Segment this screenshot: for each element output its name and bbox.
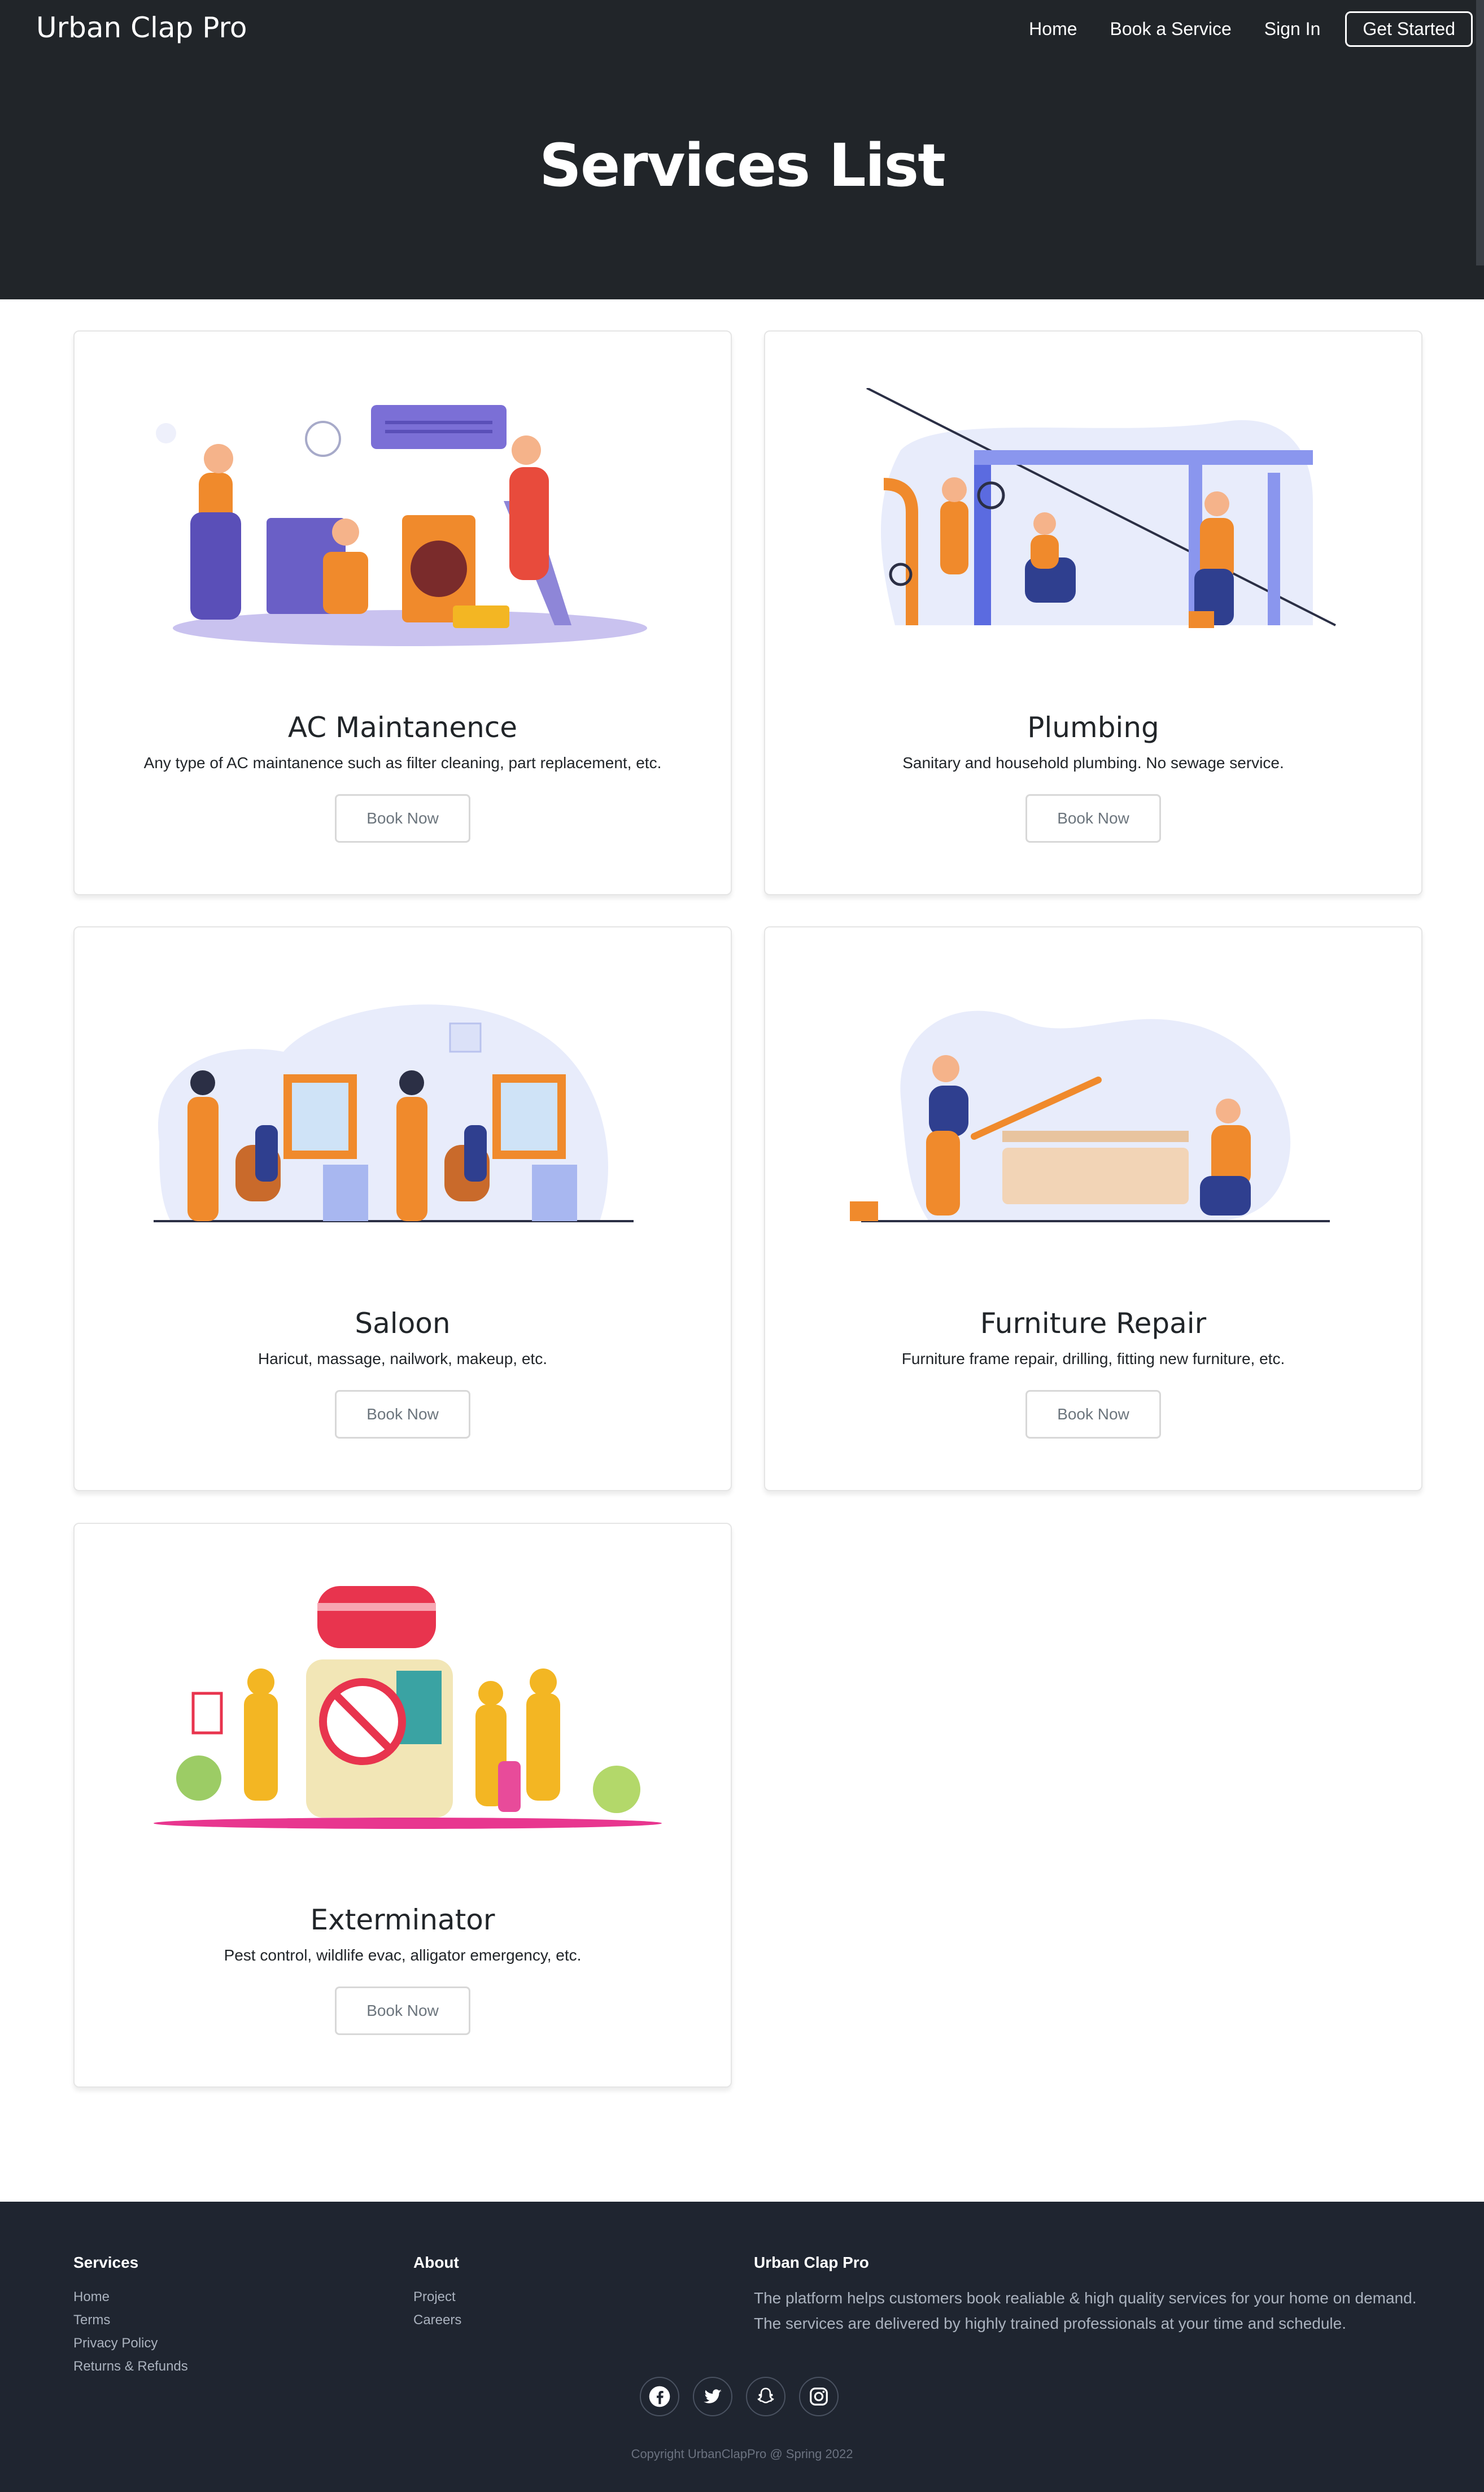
footer-link-terms[interactable]: Terms xyxy=(73,2308,188,2332)
footer-link-home[interactable]: Home xyxy=(73,2285,188,2308)
footer-heading: About xyxy=(413,2254,459,2271)
ac-maintenance-illustration xyxy=(156,405,647,646)
plumbing-illustration xyxy=(866,388,1336,628)
footer-link-privacy[interactable]: Privacy Policy xyxy=(73,2332,188,2355)
service-title: Furniture Repair xyxy=(980,1307,1207,1340)
footer-services-column: Services Home Terms Privacy Policy Retur… xyxy=(73,2254,188,2378)
service-title: Plumbing xyxy=(1027,711,1159,744)
facebook-icon[interactable] xyxy=(640,2377,679,2416)
footer-about-column: About Project Careers xyxy=(413,2254,461,2332)
social-links xyxy=(640,2377,852,2416)
saloon-illustration xyxy=(154,1004,634,1222)
get-started-button[interactable]: Get Started xyxy=(1345,11,1473,47)
service-card-exterminator: Exterminator Pest control, wildlife evac… xyxy=(73,1523,732,2088)
twitter-icon[interactable] xyxy=(693,2377,732,2416)
instagram-icon[interactable] xyxy=(799,2377,839,2416)
page-title: Services List xyxy=(539,131,946,200)
service-description: Haricut, massage, nailwork, makeup, etc. xyxy=(258,1350,547,1367)
service-description: Pest control, wildlife evac, alligator e… xyxy=(224,1946,582,1964)
brand-logo[interactable]: Urban Clap Pro xyxy=(36,11,247,44)
top-nav: Home Book a Service Sign In Get Started xyxy=(996,11,1473,47)
service-title: Saloon xyxy=(355,1307,451,1340)
footer-link-careers[interactable]: Careers xyxy=(413,2308,461,2332)
book-now-button[interactable]: Book Now xyxy=(335,1986,470,2035)
service-description: Sanitary and household plumbing. No sewa… xyxy=(902,754,1284,772)
service-card-furniture-repair: Furniture Repair Furniture frame repair,… xyxy=(764,926,1422,1491)
snapchat-icon[interactable] xyxy=(746,2377,785,2416)
book-now-button[interactable]: Book Now xyxy=(1025,794,1161,843)
footer-heading: Services xyxy=(73,2254,139,2271)
book-now-button[interactable]: Book Now xyxy=(1025,1390,1161,1439)
nav-book-service-link[interactable]: Book a Service xyxy=(1110,19,1232,40)
footer-heading: Urban Clap Pro xyxy=(754,2254,869,2271)
book-now-button[interactable]: Book Now xyxy=(335,1390,470,1439)
nav-sign-in-link[interactable]: Sign In xyxy=(1264,19,1321,40)
service-card-saloon: Saloon Haricut, massage, nailwork, makeu… xyxy=(73,926,732,1491)
service-card-ac: AC Maintanence Any type of AC maintanenc… xyxy=(73,330,732,895)
scrollbar[interactable] xyxy=(1476,0,1484,265)
service-title: Exterminator xyxy=(310,1903,495,1936)
footer-description-line1: The platform helps customers book realia… xyxy=(754,2289,1417,2307)
site-footer: Services Home Terms Privacy Policy Retur… xyxy=(0,2202,1484,2492)
copyright-text: Copyright UrbanClapPro @ Spring 2022 xyxy=(631,2447,853,2461)
hero-header: Urban Clap Pro Home Book a Service Sign … xyxy=(0,0,1484,299)
book-now-button[interactable]: Book Now xyxy=(335,794,470,843)
footer-description-line2: The services are delivered by highly tra… xyxy=(754,2315,1347,2332)
service-description: Furniture frame repair, drilling, fittin… xyxy=(901,1350,1285,1367)
footer-company-column: Urban Clap Pro The platform helps custom… xyxy=(754,2254,1431,2336)
footer-link-project[interactable]: Project xyxy=(413,2285,461,2308)
service-description: Any type of AC maintanence such as filte… xyxy=(143,754,662,772)
service-card-plumbing: Plumbing Sanitary and household plumbing… xyxy=(764,330,1422,895)
service-title: AC Maintanence xyxy=(287,711,518,744)
furniture-repair-illustration xyxy=(850,1010,1330,1222)
footer-link-returns[interactable]: Returns & Refunds xyxy=(73,2355,188,2378)
exterminator-illustration xyxy=(154,1586,662,1829)
nav-home-link[interactable]: Home xyxy=(1029,19,1077,40)
